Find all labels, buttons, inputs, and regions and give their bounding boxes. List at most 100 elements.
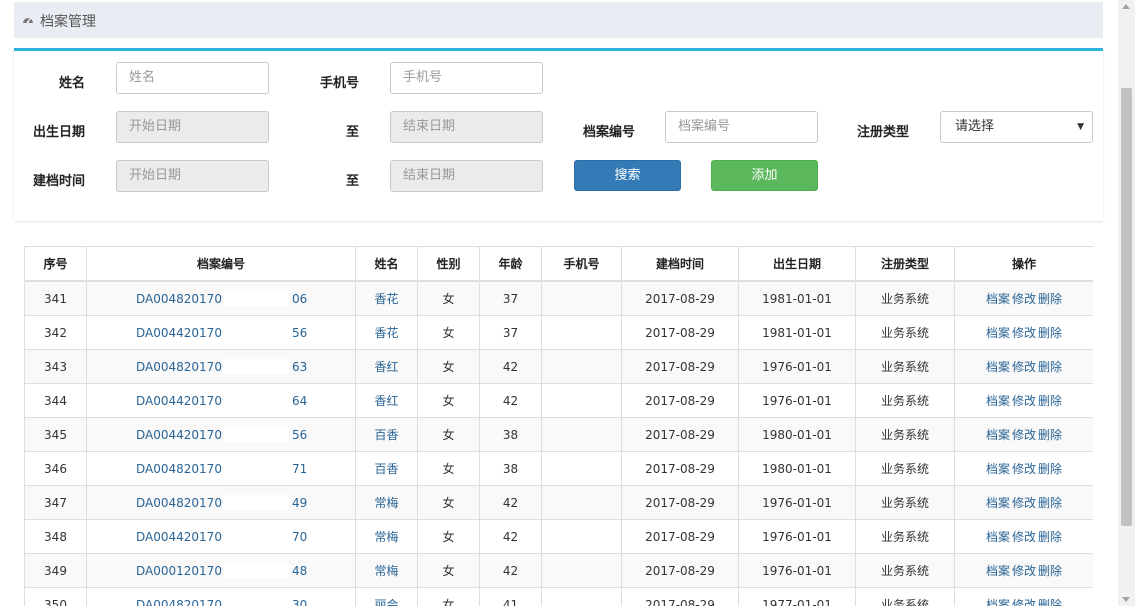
view-record-link[interactable]: 档案 [986,360,1010,374]
created-to-label: 至 [346,174,360,189]
delete-record-link[interactable]: 删除 [1038,292,1062,306]
record-code-link-suffix[interactable]: 63 [292,360,307,374]
record-code-link-suffix[interactable]: 49 [292,496,307,510]
view-record-link[interactable]: 档案 [986,564,1010,578]
view-record-link[interactable]: 档案 [986,496,1010,510]
delete-record-link[interactable]: 删除 [1038,530,1062,544]
view-record-link[interactable]: 档案 [986,462,1010,476]
record-code-link-suffix[interactable]: 56 [292,326,307,340]
delete-record-link[interactable]: 删除 [1038,564,1062,578]
person-name-link[interactable]: 香红 [374,394,398,408]
vertical-scrollbar[interactable] [1118,0,1135,606]
search-button[interactable]: 搜索 [574,160,681,191]
record-code-link[interactable]: DA0044201709 [136,428,230,442]
record-code-link[interactable]: DA0048201709: [136,496,234,510]
birth-end-input[interactable]: 结束日期 [390,111,543,143]
record-code-link-suffix[interactable]: 56 [292,428,307,442]
actions-cell: 档案 修改 删除 [954,417,1093,452]
edit-record-link[interactable]: 修改 [1012,360,1036,374]
edit-record-link[interactable]: 修改 [1012,598,1036,606]
delete-record-link[interactable]: 删除 [1038,428,1062,442]
reg-type-value: 请选择 [955,119,995,134]
phone-cell [541,280,622,316]
edit-record-link[interactable]: 修改 [1012,564,1036,578]
created-start-input[interactable]: 开始日期 [116,160,269,192]
gender-cell: 女 [417,485,480,520]
delete-record-link[interactable]: 删除 [1038,394,1062,408]
age-cell: 37 [479,315,542,350]
reg-type-cell: 业务系统 [855,280,955,316]
delete-record-link[interactable]: 删除 [1038,598,1062,606]
age-cell: 42 [479,383,542,418]
actions-cell: 档案 修改 删除 [954,553,1093,588]
record-code-link[interactable]: DA0001201709 [136,564,230,578]
delete-record-link[interactable]: 删除 [1038,496,1062,510]
age-cell: 42 [479,553,542,588]
person-name-link[interactable]: 常梅 [374,530,398,544]
scroll-up-arrow-icon[interactable] [1122,4,1130,9]
col-header: 出生日期 [738,246,856,282]
redaction-mask [223,461,289,476]
record-code-link[interactable]: DA0044201709 [136,530,230,544]
edit-record-link[interactable]: 修改 [1012,530,1036,544]
phone-input[interactable]: 手机号 [390,62,543,94]
person-name-link[interactable]: 百香 [374,428,398,442]
record-code-cell: DA0048201709: 63 [86,349,356,384]
delete-record-link[interactable]: 删除 [1038,326,1062,340]
person-name-link[interactable]: 香花 [374,292,398,306]
record-code-link-suffix[interactable]: 64 [292,394,307,408]
row-number: 349 [24,553,87,588]
record-code-link[interactable]: DA0048201709 [136,292,230,306]
table-row: 349 DA0001201709 48 常梅 女 42 2017-08-29 1976-01-… [24,553,1093,588]
delete-record-link[interactable]: 删除 [1038,360,1062,374]
record-code-link[interactable]: DA0044201709 [136,394,230,408]
person-name-link[interactable]: 百香 [374,462,398,476]
age-cell: 41 [479,587,542,606]
scroll-down-arrow-icon[interactable] [1122,597,1130,602]
scrollbar-thumb[interactable] [1121,88,1132,526]
record-code-link[interactable]: DA0044201709 [136,326,230,340]
edit-record-link[interactable]: 修改 [1012,394,1036,408]
gender-cell: 女 [417,383,480,418]
edit-record-link[interactable]: 修改 [1012,292,1036,306]
add-button[interactable]: 添加 [711,160,818,191]
edit-record-link[interactable]: 修改 [1012,496,1036,510]
delete-record-link[interactable]: 删除 [1038,462,1062,476]
person-name-link[interactable]: 香红 [374,360,398,374]
record-code-link[interactable]: DA0048201709 [136,598,230,606]
birth-date-cell: 1976-01-01 [738,519,856,554]
redaction-mask [223,563,289,578]
record-code-link-suffix[interactable]: 48 [292,564,307,578]
view-record-link[interactable]: 档案 [986,530,1010,544]
reg-type-select[interactable]: 请选择 ▼ [940,111,1093,143]
record-code-link[interactable]: DA0048201709 [136,462,230,476]
person-name-link[interactable]: 常梅 [374,496,398,510]
table-row: 346 DA0048201709 71 百香 女 38 2017-08-29 1980-01-… [24,451,1093,486]
view-record-link[interactable]: 档案 [986,428,1010,442]
chevron-down-icon: ▼ [1077,122,1084,132]
birth-date-cell: 1976-01-01 [738,485,856,520]
record-code-link-suffix[interactable]: 06 [292,292,307,306]
record-code-link[interactable]: DA0048201709: [136,360,234,374]
view-record-link[interactable]: 档案 [986,292,1010,306]
record-code-input[interactable]: 档案编号 [665,111,818,143]
record-code-link-suffix[interactable]: 70 [292,530,307,544]
birth-start-input[interactable]: 开始日期 [116,111,269,143]
view-record-link[interactable]: 档案 [986,326,1010,340]
view-record-link[interactable]: 档案 [986,598,1010,606]
edit-record-link[interactable]: 修改 [1012,428,1036,442]
person-name-link[interactable]: 香花 [374,326,398,340]
created-end-input[interactable]: 结束日期 [390,160,543,192]
person-name-link[interactable]: 丽会 [374,598,398,606]
page-title: 档案管理 [40,14,96,30]
phone-label: 手机号 [320,76,360,91]
view-record-link[interactable]: 档案 [986,394,1010,408]
name-input[interactable]: 姓名 [116,62,269,94]
record-code-link-suffix[interactable]: 71 [292,462,307,476]
person-name-link[interactable]: 常梅 [374,564,398,578]
edit-record-link[interactable]: 修改 [1012,326,1036,340]
record-code-link-suffix[interactable]: 30 [292,598,307,606]
edit-record-link[interactable]: 修改 [1012,462,1036,476]
reg-type-cell: 业务系统 [855,451,955,486]
phone-cell [541,451,622,486]
